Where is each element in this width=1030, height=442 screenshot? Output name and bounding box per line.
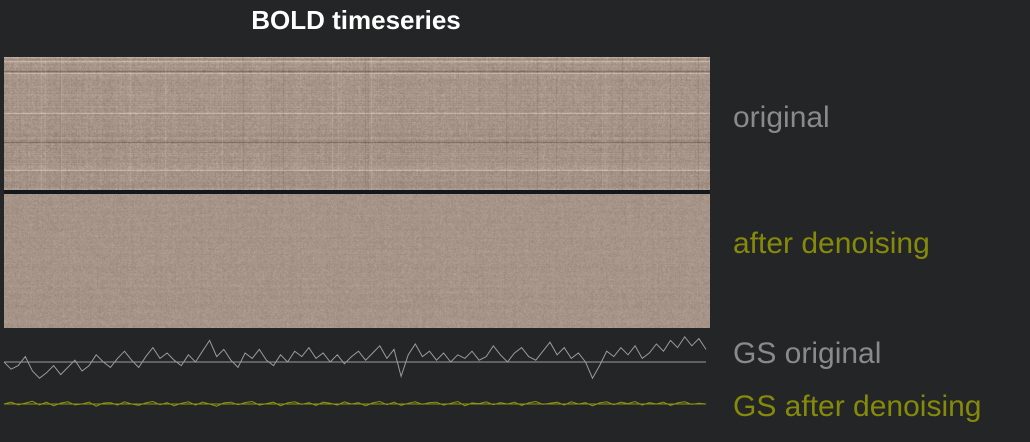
heatmap-original xyxy=(4,57,710,190)
label-gs-original: GS original xyxy=(733,337,882,370)
figure-panel: BOLD timeseries original after denoising… xyxy=(0,0,1030,442)
label-gs-after-denoising: GS after denoising xyxy=(733,390,982,423)
label-original: original xyxy=(733,101,830,134)
chart-title: BOLD timeseries xyxy=(251,5,461,35)
global-signal-plot xyxy=(3,335,707,407)
label-after-denoising: after denoising xyxy=(733,227,930,260)
heatmap-after-denoising xyxy=(4,194,710,328)
gs-original-line xyxy=(3,335,707,380)
